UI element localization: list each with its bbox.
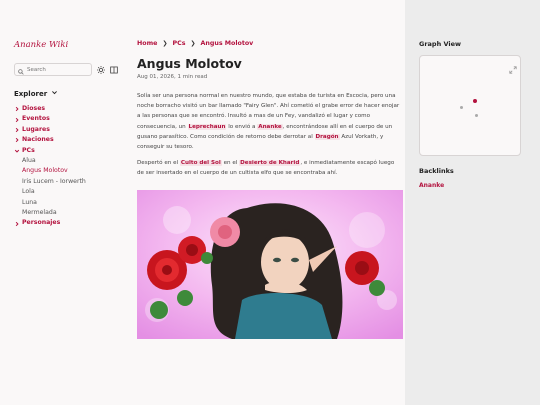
- link-dragon[interactable]: Dragón: [314, 133, 340, 140]
- link-desierto-de-kharid[interactable]: Desierto de Kharid: [239, 160, 301, 167]
- chevron-down-icon: [51, 89, 58, 98]
- link-leprechaun[interactable]: Leprechaun: [187, 123, 227, 130]
- sun-icon[interactable]: [96, 65, 105, 74]
- text: lo envió a: [226, 123, 258, 130]
- chevron-down-icon: [14, 148, 20, 154]
- paragraph-origin: Solía ser una persona normal en nuestro …: [137, 91, 403, 152]
- graph-view[interactable]: [419, 55, 521, 156]
- chevron-right-icon: [14, 117, 20, 123]
- search-icon: [18, 60, 24, 79]
- graph-node-current[interactable]: [473, 99, 477, 103]
- left-sidebar: Ananke Wiki Explorer Dioses Eventos: [0, 0, 130, 405]
- page-meta: Aug 01, 2026, 1 min read: [137, 74, 208, 80]
- graph-node[interactable]: [475, 114, 478, 117]
- site-brand[interactable]: Ananke Wiki: [14, 40, 130, 50]
- character-portrait-image: [137, 189, 403, 339]
- search-box[interactable]: [14, 63, 92, 76]
- chevron-right-icon: [14, 137, 20, 143]
- chevron-right-icon: [14, 106, 20, 112]
- backlink-ananke[interactable]: Ananke: [419, 182, 540, 189]
- breadcrumb: Home ❯ PCs ❯ Angus Molotov: [137, 40, 405, 47]
- folder-pcs[interactable]: PCs: [14, 146, 130, 156]
- breadcrumb-separator-icon: ❯: [190, 40, 196, 47]
- link-ananke[interactable]: Ananke: [257, 123, 283, 130]
- search-input[interactable]: [27, 66, 85, 73]
- link-culto-del-sol[interactable]: Culto del Sol: [179, 160, 222, 167]
- backlinks-title: Backlinks: [419, 167, 454, 175]
- folder-label: Personajes: [22, 219, 61, 227]
- explorer-toggle[interactable]: Explorer: [14, 89, 130, 98]
- folder-label: Naciones: [22, 136, 54, 144]
- folder-label: Eventos: [22, 115, 50, 123]
- folder-label: Lugares: [22, 125, 50, 133]
- tree-item-iris-lucem[interactable]: Iris Lucem - Iorwerth: [14, 177, 130, 187]
- folder-personajes[interactable]: Personajes: [14, 218, 130, 228]
- chevron-right-icon: [14, 221, 20, 227]
- folder-dioses[interactable]: Dioses: [14, 104, 130, 114]
- reader-mode-icon[interactable]: [109, 65, 118, 74]
- tree-item-mermelada[interactable]: Mermelada: [14, 208, 130, 218]
- breadcrumb-pcs[interactable]: PCs: [172, 40, 185, 47]
- text: en el: [221, 160, 240, 167]
- folder-lugares[interactable]: Lugares: [14, 125, 130, 135]
- paragraph-awakening: Despertó en el Culto del Sol en el Desie…: [137, 158, 403, 178]
- tree-item-alua[interactable]: Alua: [14, 156, 130, 166]
- tree-item-lola[interactable]: Lola: [14, 187, 130, 197]
- main-content: Home ❯ PCs ❯ Angus Molotov Angus Molotov…: [130, 0, 405, 405]
- chevron-right-icon: [14, 127, 20, 133]
- breadcrumb-current[interactable]: Angus Molotov: [200, 40, 253, 47]
- breadcrumb-separator-icon: ❯: [162, 40, 168, 47]
- folder-label: PCs: [22, 146, 35, 154]
- search-row: [14, 63, 130, 76]
- explorer-tree: Dioses Eventos Lugares Naciones PCs Alua…: [14, 104, 130, 229]
- folder-naciones[interactable]: Naciones: [14, 135, 130, 145]
- graph-view-title: Graph View: [419, 40, 462, 48]
- right-sidebar: Graph View Backlinks Ananke: [405, 0, 540, 405]
- text: Despertó en el: [137, 160, 180, 167]
- explorer-title: Explorer: [14, 89, 48, 98]
- folder-eventos[interactable]: Eventos: [14, 114, 130, 124]
- tree-item-luna[interactable]: Luna: [14, 198, 130, 208]
- folder-label: Dioses: [22, 105, 46, 112]
- expand-icon[interactable]: [509, 59, 517, 74]
- breadcrumb-home[interactable]: Home: [137, 40, 157, 47]
- page-title: Angus Molotov: [137, 56, 242, 71]
- tree-item-angus-molotov[interactable]: Angus Molotov: [14, 166, 130, 176]
- graph-node[interactable]: [460, 106, 463, 109]
